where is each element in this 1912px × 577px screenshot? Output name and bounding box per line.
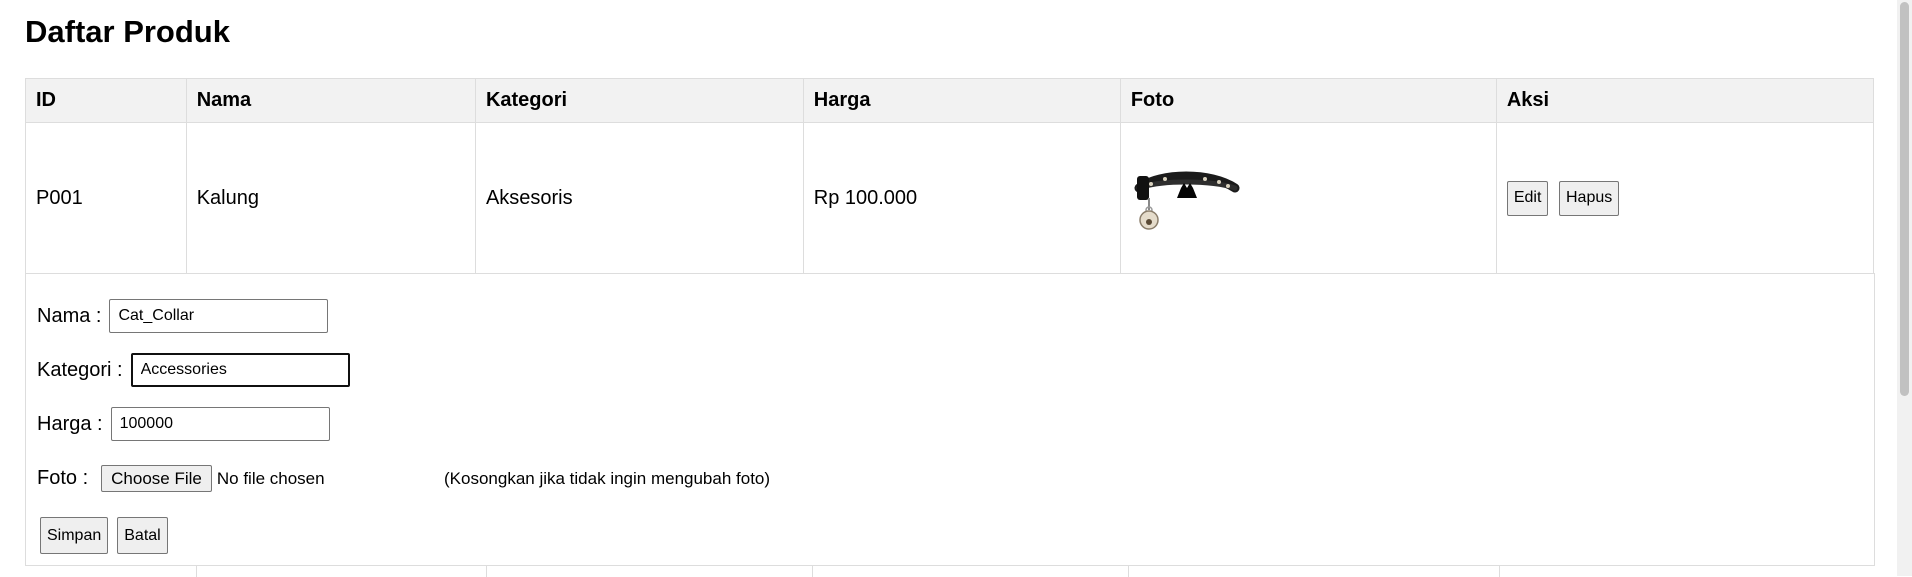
- nama-row: Nama :: [37, 299, 329, 333]
- cell-kategori: Aksesoris: [474, 122, 804, 274]
- kategori-row: Kategori :: [37, 353, 350, 387]
- header-nama: Nama: [185, 78, 476, 123]
- cell-harga: Rp 100.000: [802, 122, 1121, 274]
- foto-row: Foto : Choose File No file chosen (Koson…: [37, 465, 1037, 492]
- choose-file-button[interactable]: Choose File: [101, 465, 212, 492]
- page-title: Daftar Produk: [25, 14, 230, 49]
- cell-nama: Kalung: [185, 122, 476, 274]
- table-row: P001 Kalung Aksesoris Rp 100.000 Edit Ha…: [25, 122, 1875, 274]
- header-harga: Harga: [802, 78, 1121, 123]
- cell-aksi: Edit Hapus: [1495, 122, 1875, 274]
- file-status-text: No file chosen: [216, 468, 325, 488]
- nama-label: Nama :: [37, 304, 102, 327]
- harga-label: Harga :: [37, 412, 103, 435]
- cat-collar-photo-icon: [1134, 171, 1240, 230]
- edit-button[interactable]: Edit: [1506, 180, 1549, 216]
- scrollbar-thumb[interactable]: [1900, 2, 1909, 396]
- kategori-input[interactable]: [130, 353, 350, 387]
- header-aksi: Aksi: [1495, 78, 1875, 123]
- table-header-row: ID Nama Kategori Harga Foto Aksi: [25, 78, 1875, 123]
- foto-label: Foto :: [37, 467, 89, 489]
- nama-input[interactable]: [109, 299, 329, 333]
- harga-input[interactable]: [110, 407, 330, 441]
- kategori-label: Kategori :: [37, 358, 123, 381]
- cell-foto: [1119, 122, 1497, 274]
- cancel-button[interactable]: Batal: [117, 517, 168, 554]
- next-table-row: [25, 565, 1874, 577]
- header-id: ID: [25, 78, 187, 123]
- form-buttons: Simpan Batal: [40, 517, 168, 554]
- foto-hint-text: (Kosongkan jika tidak ingin mengubah fot…: [444, 468, 771, 488]
- vertical-scrollbar[interactable]: [1897, 0, 1912, 576]
- save-button[interactable]: Simpan: [40, 517, 109, 554]
- harga-row: Harga :: [37, 407, 330, 441]
- cell-id: P001: [25, 122, 187, 274]
- header-foto: Foto: [1119, 78, 1497, 123]
- header-kategori: Kategori: [474, 78, 804, 123]
- product-table: ID Nama Kategori Harga Foto Aksi P001 Ka…: [25, 78, 1875, 274]
- edit-product-form: Nama : Kategori : Harga : Foto : Choose …: [25, 273, 1875, 566]
- delete-button[interactable]: Hapus: [1559, 180, 1620, 216]
